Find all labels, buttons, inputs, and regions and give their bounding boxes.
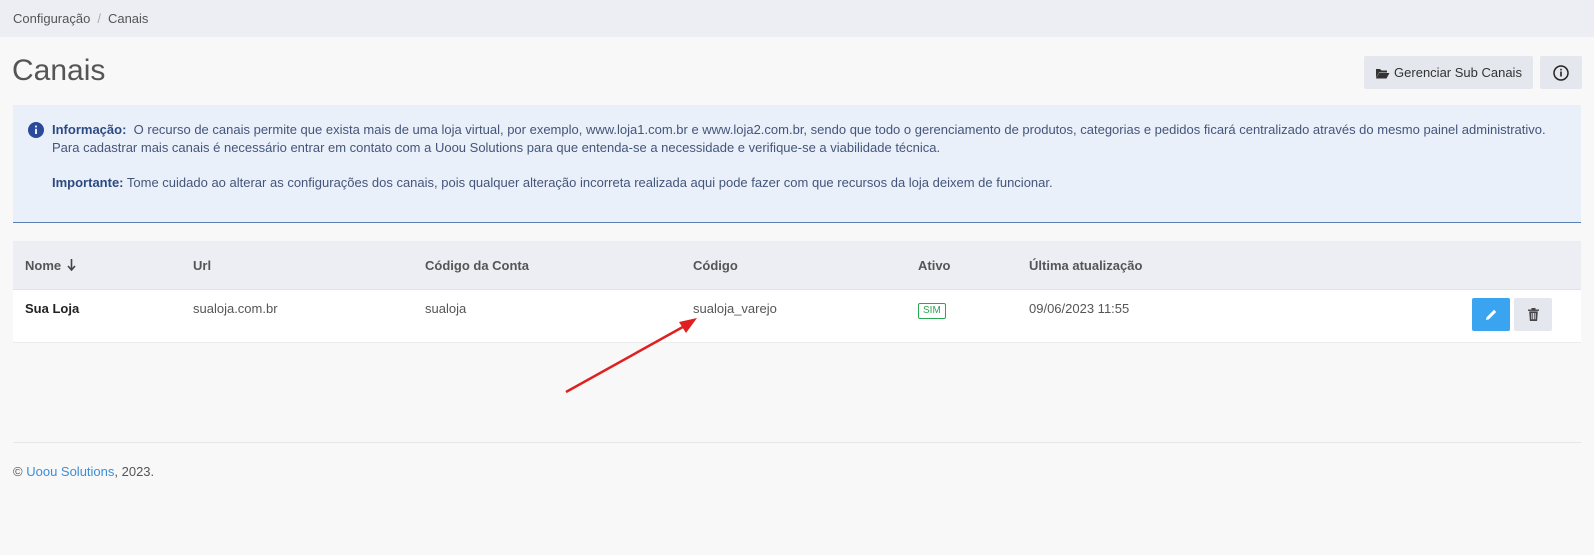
cell-ativo: SIM [918, 301, 946, 319]
info-circle-icon [1553, 64, 1569, 81]
alert-important-text: Tome cuidado ao alterar as configurações… [126, 175, 1053, 190]
alert-info-text: O recurso de canais permite que exista m… [133, 122, 1546, 137]
page-header: Canais Gerenciar Sub Canais [0, 37, 1594, 105]
folder-open-icon [1376, 68, 1390, 78]
company-link[interactable]: Uoou Solutions [26, 464, 114, 479]
alert-info-label: Informação: [52, 122, 127, 137]
manage-sub-channels-button[interactable]: Gerenciar Sub Canais [1364, 56, 1533, 89]
status-badge: SIM [918, 303, 946, 319]
info-alert: Informação: O recurso de canais permite … [13, 105, 1581, 223]
cell-codigo-conta: sualoja [425, 301, 467, 316]
manage-sub-channels-label: Gerenciar Sub Canais [1394, 65, 1522, 80]
alert-important-paragraph: Importante: Tome cuidado ao alterar as c… [52, 174, 1567, 192]
breadcrumb-separator: / [97, 11, 101, 26]
table-header: Nome Url Código da Conta Código Ativo Úl… [13, 241, 1581, 290]
footer-year: , 2023. [114, 464, 155, 479]
footer-divider [13, 442, 1581, 443]
cell-atualizacao: 09/06/2023 11:55 [1029, 301, 1130, 316]
alert-important-label: Importante: [52, 175, 124, 190]
delete-button[interactable] [1514, 298, 1552, 331]
edit-button[interactable] [1472, 298, 1510, 331]
sort-arrow-down-icon [67, 259, 76, 271]
column-header-ativo[interactable]: Ativo [918, 258, 951, 273]
breadcrumb-item-configuracao[interactable]: Configuração [13, 11, 90, 26]
copyright-symbol: © [13, 464, 23, 479]
table-row: Sua Loja sualoja.com.br sualoja sualoja_… [13, 290, 1581, 343]
cell-nome: Sua Loja [25, 301, 80, 316]
column-header-url[interactable]: Url [193, 258, 211, 273]
column-header-codigo-conta[interactable]: Código da Conta [425, 258, 529, 273]
footer: © Uoou Solutions, 2023. [13, 464, 154, 479]
breadcrumb-item-canais: Canais [107, 11, 149, 26]
pencil-icon [1485, 309, 1496, 320]
page-title: Canais [12, 54, 106, 87]
info-icon [28, 122, 44, 138]
alert-contact-text: Para cadastrar mais canais é necessário … [52, 139, 941, 155]
column-header-atualizacao[interactable]: Última atualização [1029, 258, 1142, 273]
breadcrumb: Configuração / Canais [0, 0, 1594, 37]
column-header-codigo[interactable]: Código [693, 258, 738, 273]
channels-table: Nome Url Código da Conta Código Ativo Úl… [13, 241, 1581, 343]
trash-icon [1527, 308, 1539, 321]
cell-codigo: sualoja_varejo [693, 301, 777, 316]
cell-url: sualoja.com.br [193, 301, 278, 316]
alert-info-paragraph: Informação: O recurso de canais permite … [52, 121, 1567, 139]
info-button[interactable] [1540, 56, 1582, 89]
column-header-nome[interactable]: Nome [25, 258, 76, 273]
